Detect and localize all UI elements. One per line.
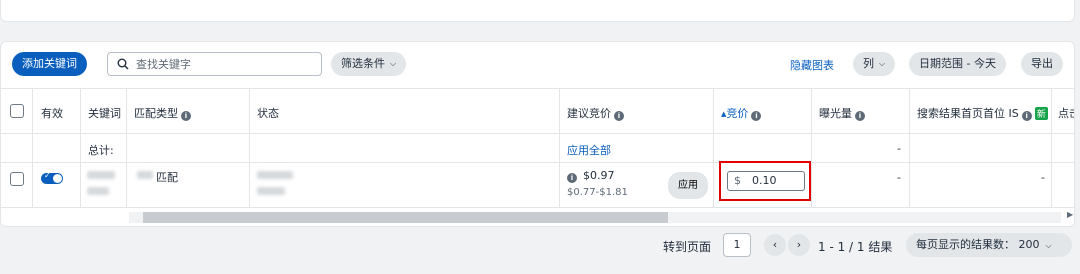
info-icon[interactable]: i bbox=[567, 173, 577, 183]
previous-section-card bbox=[0, 0, 1075, 22]
top-of-search-value: - bbox=[1041, 171, 1045, 184]
row-checkbox[interactable] bbox=[10, 172, 24, 186]
keyword-blurred bbox=[87, 171, 115, 179]
suggested-bid-range: $0.77-$1.81 bbox=[567, 187, 628, 198]
goto-page-label: 转到页面 bbox=[663, 240, 712, 254]
header-top-of-search-is[interactable]: 搜索结果首页首位 IS i 新 bbox=[917, 105, 1048, 121]
totals-label: 总计: bbox=[88, 144, 114, 157]
table-toolbar: 添加关键词 筛选条件⌵ 隐藏图表 列⌵ 日期范围 - 今天 导出 bbox=[1, 42, 1074, 88]
chevron-right-icon: › bbox=[796, 238, 802, 251]
scrollbar-thumb[interactable] bbox=[143, 212, 668, 223]
filter-label: 筛选条件 bbox=[341, 57, 385, 70]
prev-page-button[interactable]: ‹ bbox=[764, 234, 786, 256]
info-icon[interactable]: i bbox=[181, 111, 191, 121]
apply-all-link[interactable]: 应用全部 bbox=[567, 142, 611, 158]
header-suggested-bid[interactable]: 建议竞价 i bbox=[567, 105, 624, 121]
filter-button[interactable]: 筛选条件 ⌵ bbox=[331, 52, 407, 76]
header-clicks[interactable]: 点击 bbox=[1058, 105, 1074, 121]
bid-value: 0.10 bbox=[752, 174, 777, 187]
keywords-table-card: 添加关键词 筛选条件⌵ 隐藏图表 列⌵ 日期范围 - 今天 导出 有效 关键词 … bbox=[0, 41, 1075, 227]
suggested-bid: i $0.97 bbox=[567, 169, 615, 183]
status-blurred bbox=[257, 187, 285, 195]
header-active: 有效 bbox=[41, 107, 63, 120]
hide-chart-link[interactable]: 隐藏图表 bbox=[790, 57, 834, 73]
impressions-value: - bbox=[897, 171, 901, 184]
match-type-value: 匹配 bbox=[156, 171, 178, 184]
active-toggle[interactable]: ✓ bbox=[41, 171, 63, 184]
scroll-right-icon[interactable]: ▶ bbox=[1067, 210, 1073, 219]
results-per-page-select[interactable]: 每页显示的结果数： 200 ⌵ bbox=[906, 233, 1072, 257]
totals-impressions: - bbox=[897, 142, 901, 155]
header-keyword[interactable]: 关键词 bbox=[88, 105, 121, 121]
status-blurred bbox=[257, 171, 293, 179]
chevron-left-icon: ‹ bbox=[772, 238, 778, 251]
header-bid[interactable]: ▲竞价 i bbox=[721, 105, 762, 121]
match-type-blurred bbox=[137, 171, 153, 179]
header-status[interactable]: 状态 bbox=[257, 105, 279, 121]
apply-bid-button[interactable]: 应用 bbox=[668, 172, 708, 199]
search-input[interactable] bbox=[136, 56, 316, 72]
columns-button[interactable]: 列 ⌵ bbox=[853, 52, 896, 76]
chevron-down-icon: ⌵ bbox=[390, 59, 397, 68]
info-icon[interactable]: i bbox=[1021, 111, 1032, 121]
next-page-button[interactable]: › bbox=[788, 234, 810, 256]
columns-label: 列 bbox=[863, 57, 874, 70]
chevron-down-icon: ⌵ bbox=[879, 59, 886, 68]
totals-row: 总计: 应用全部 - bbox=[1, 133, 1074, 162]
new-badge: 新 bbox=[1034, 107, 1048, 120]
search-icon bbox=[117, 58, 129, 70]
bid-input[interactable]: $ 0.10 bbox=[727, 171, 805, 191]
results-range: 1 - 1 / 1 结果 bbox=[818, 240, 893, 254]
bid-input-highlight: $ 0.10 bbox=[719, 161, 811, 201]
table-row: ✓ 匹配 i $0.97 $0.77-$1.81 应用 - - bbox=[1, 162, 1074, 207]
info-icon[interactable]: i bbox=[751, 111, 762, 121]
currency-symbol: $ bbox=[734, 174, 741, 187]
keyword-search-box[interactable] bbox=[107, 52, 322, 76]
add-keyword-button[interactable]: 添加关键词 bbox=[12, 52, 87, 76]
horizontal-scrollbar[interactable]: ◀ ▶ bbox=[1, 207, 1074, 226]
export-button[interactable]: 导出 bbox=[1021, 52, 1063, 76]
info-icon[interactable]: i bbox=[614, 111, 624, 121]
per-page-label: 每页显示的结果数： 200 bbox=[916, 238, 1040, 251]
header-match-type[interactable]: 匹配类型 i bbox=[134, 105, 191, 121]
info-icon[interactable]: i bbox=[855, 111, 865, 121]
chevron-down-icon: ⌵ bbox=[1045, 241, 1052, 250]
keyword-blurred bbox=[87, 187, 109, 195]
table-header-row: 有效 关键词 匹配类型 i 状态 建议竞价 i ▲竞价 i 曝光量 i 搜索结果首页首位… bbox=[1, 88, 1074, 133]
check-icon: ✓ bbox=[44, 171, 51, 180]
select-all-checkbox[interactable] bbox=[10, 104, 24, 118]
date-range-button[interactable]: 日期范围 - 今天 bbox=[909, 52, 1006, 76]
page-number-input[interactable]: 1 bbox=[723, 233, 751, 257]
header-impressions[interactable]: 曝光量 i bbox=[819, 105, 865, 121]
